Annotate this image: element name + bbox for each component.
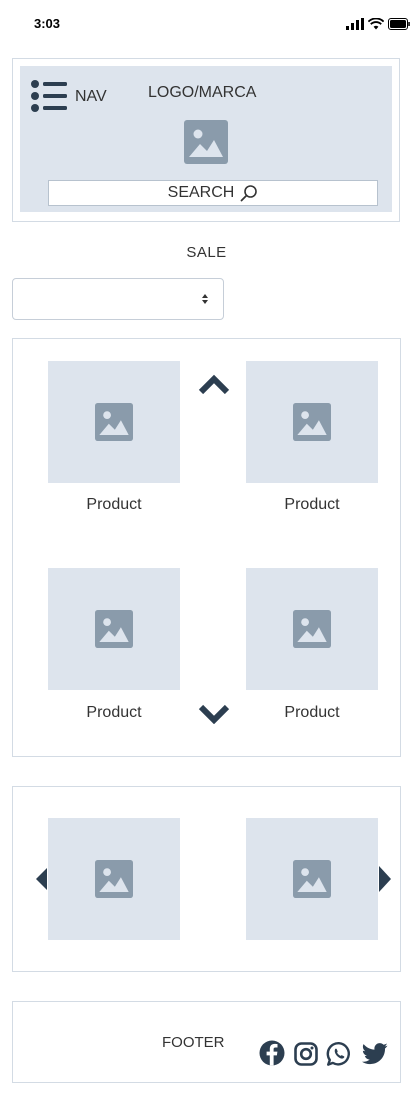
- search-icon: [240, 185, 258, 202]
- logo-image-icon: [184, 120, 228, 164]
- sale-select[interactable]: [12, 278, 224, 320]
- whatsapp-icon[interactable]: [326, 1041, 352, 1067]
- image-icon: [95, 403, 133, 441]
- footer-label: FOOTER: [162, 1034, 225, 1051]
- carousel-image[interactable]: [246, 818, 378, 940]
- nav-label[interactable]: NAV: [75, 88, 107, 106]
- chevron-down-icon[interactable]: [198, 704, 230, 724]
- product-image[interactable]: [246, 568, 378, 690]
- search-bar[interactable]: SEARCH: [48, 180, 378, 206]
- image-icon: [95, 610, 133, 648]
- battery-icon: [388, 18, 410, 30]
- image-icon: [95, 860, 133, 898]
- carousel-image[interactable]: [48, 818, 180, 940]
- instagram-icon[interactable]: [294, 1042, 318, 1066]
- product-label[interactable]: Product: [48, 704, 180, 722]
- chevron-up-icon[interactable]: [198, 374, 230, 394]
- image-icon: [293, 403, 331, 441]
- product-image[interactable]: [48, 361, 180, 483]
- signal-icon: [346, 18, 364, 30]
- select-arrows-icon: [202, 294, 208, 304]
- product-image[interactable]: [48, 568, 180, 690]
- product-label[interactable]: Product: [48, 496, 180, 514]
- search-label: SEARCH: [167, 184, 235, 201]
- product-label[interactable]: Product: [246, 704, 378, 722]
- product-label[interactable]: Product: [246, 496, 378, 514]
- facebook-icon[interactable]: [259, 1040, 285, 1066]
- carousel-prev-icon[interactable]: [36, 868, 48, 890]
- status-time: 3:03: [34, 16, 61, 31]
- menu-list-icon[interactable]: [31, 80, 67, 112]
- status-icons: [346, 18, 410, 30]
- carousel-next-icon[interactable]: [378, 866, 392, 892]
- product-image[interactable]: [246, 361, 378, 483]
- sale-heading: SALE: [186, 244, 227, 261]
- image-icon: [293, 610, 331, 648]
- logo-label: LOGO/MARCA: [148, 84, 257, 101]
- twitter-icon[interactable]: [362, 1043, 388, 1065]
- wifi-icon: [368, 18, 384, 30]
- image-icon: [293, 860, 331, 898]
